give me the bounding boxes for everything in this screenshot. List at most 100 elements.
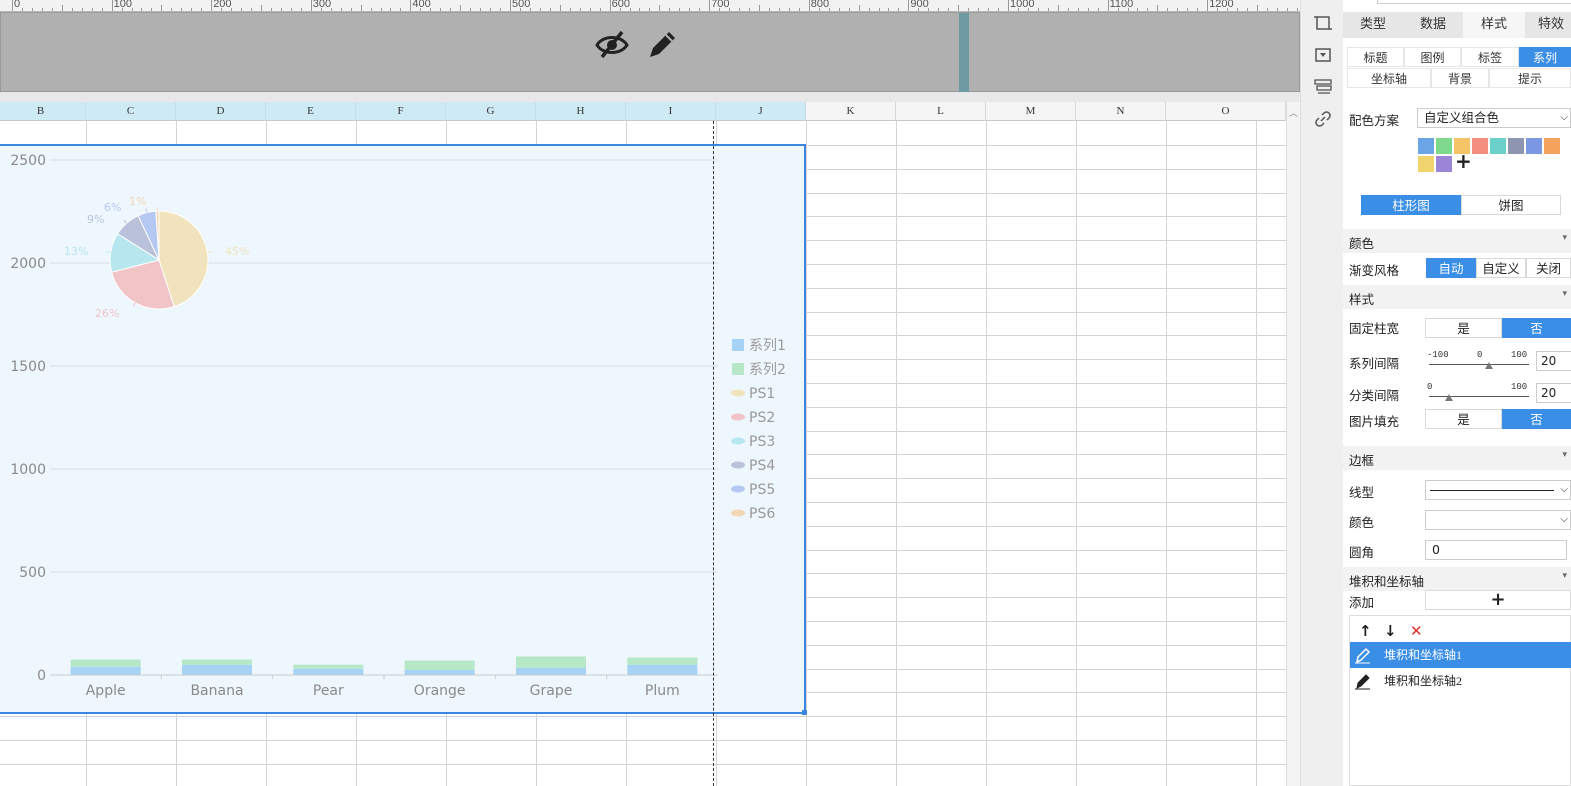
category-gap-input[interactable]: 20	[1536, 383, 1571, 403]
subtab-title[interactable]: 标题	[1347, 47, 1404, 67]
vertical-scrollbar[interactable]: ︿	[1286, 102, 1300, 786]
fixed-width-no[interactable]: 否	[1502, 318, 1571, 338]
section-border[interactable]: 边框 ▾	[1343, 446, 1571, 470]
section-style[interactable]: 样式 ▾	[1343, 285, 1571, 309]
tab-effects[interactable]: 特效	[1525, 12, 1571, 38]
page-break-line	[713, 121, 714, 786]
chart-resize-handle[interactable]	[802, 710, 807, 715]
edit-pencil-icon[interactable]	[1352, 645, 1374, 665]
series-gap-input[interactable]: 20	[1536, 351, 1571, 371]
add-axis-button[interactable]: +	[1425, 590, 1571, 610]
column-header[interactable]: F	[356, 102, 446, 121]
eye-slash-icon[interactable]	[594, 27, 630, 63]
pie-slice-label: 45%	[225, 245, 249, 258]
column-header[interactable]: N	[1076, 102, 1166, 121]
image-fill-no[interactable]: 否	[1502, 409, 1571, 429]
ruler-tick	[768, 8, 770, 11]
column-header[interactable]: K	[806, 102, 896, 121]
color-swatch[interactable]	[1472, 138, 1488, 154]
dropdown-box-icon[interactable]	[1314, 46, 1332, 64]
banner-resize-handle[interactable]	[959, 13, 969, 92]
column-header[interactable]: M	[986, 102, 1076, 121]
column-header[interactable]: E	[266, 102, 356, 121]
color-swatch[interactable]	[1526, 138, 1542, 154]
subtab-axis[interactable]: 坐标轴	[1347, 68, 1431, 88]
series-gap-track[interactable]	[1429, 364, 1529, 365]
chart-canvas: 0 500 1000 1500 2000 2500 Apple Banana Pear Orang…	[10, 153, 786, 699]
layers-icon[interactable]	[1314, 78, 1332, 96]
ruler-tick	[280, 8, 282, 11]
color-swatch[interactable]	[1436, 138, 1452, 154]
column-header[interactable]: B	[0, 102, 86, 121]
add-color-plus-icon[interactable]: +	[1455, 151, 1472, 171]
section-stack-axis[interactable]: 堆积和坐标轴 ▾	[1343, 567, 1571, 591]
color-swatch[interactable]	[1436, 156, 1452, 172]
column-header[interactable]: L	[896, 102, 986, 121]
fixed-width-label: 固定柱宽	[1349, 321, 1400, 336]
ruler-label: 300	[312, 0, 332, 10]
move-down-icon[interactable]: ↓	[1384, 622, 1397, 640]
corner-radius-input[interactable]: 0	[1425, 540, 1567, 560]
list-item[interactable]: 堆积和坐标轴2	[1350, 668, 1571, 694]
section-color[interactable]: 颜色 ▾	[1343, 229, 1571, 253]
category-gap-knob[interactable]	[1445, 394, 1453, 401]
tab-data[interactable]: 数据	[1403, 12, 1463, 38]
column-header[interactable]: J	[716, 102, 806, 121]
subtab-legend[interactable]: 图例	[1404, 47, 1461, 67]
gradient-custom[interactable]: 自定义	[1476, 258, 1526, 278]
color-scheme-select[interactable]: 自定义组合色 ⌵	[1417, 108, 1571, 128]
horizontal-ruler: 0 100 200 300 400 500 600 700 800 900 1000 1100 1200	[0, 0, 1300, 12]
color-swatch[interactable]	[1418, 138, 1434, 154]
move-up-icon[interactable]: ↑	[1359, 622, 1372, 640]
ruler-tick	[679, 8, 681, 11]
float-element-banner[interactable]	[0, 12, 1300, 92]
image-fill-yes[interactable]: 是	[1425, 409, 1502, 429]
subtab-label[interactable]: 标签	[1461, 47, 1519, 67]
color-swatch[interactable]	[1418, 156, 1434, 172]
gradient-off[interactable]: 关闭	[1526, 258, 1571, 278]
subtab-series[interactable]: 系列	[1519, 47, 1571, 67]
section-border-title: 边框	[1349, 453, 1375, 468]
column-header[interactable]: O	[1166, 102, 1286, 121]
color-swatch[interactable]	[1454, 138, 1470, 154]
x-tick-label: Grape	[530, 683, 573, 699]
tab-type[interactable]: 类型	[1343, 12, 1403, 38]
link-icon[interactable]	[1314, 110, 1332, 128]
column-header[interactable]: I	[626, 102, 716, 121]
column-header[interactable]: C	[86, 102, 176, 121]
fixed-width-yes[interactable]: 是	[1425, 318, 1502, 338]
subtab-background[interactable]: 背景	[1431, 68, 1489, 88]
ruler-tick	[400, 8, 402, 11]
column-header[interactable]: D	[176, 102, 266, 121]
color-swatch[interactable]	[1508, 138, 1524, 154]
list-item[interactable]: 堆积和坐标轴1	[1350, 642, 1571, 668]
delete-icon[interactable]: ✕	[1410, 622, 1423, 640]
ruler-tick	[1257, 5, 1258, 11]
gradient-auto[interactable]: 自动	[1426, 258, 1476, 278]
border-color-select[interactable]: ⌵	[1425, 510, 1571, 530]
crop-icon[interactable]	[1314, 14, 1332, 32]
ruler-tick	[858, 5, 860, 11]
color-swatch[interactable]	[1490, 138, 1506, 154]
scroll-up-arrow-icon[interactable]: ︿	[1289, 106, 1298, 119]
category-gap-track[interactable]	[1429, 396, 1529, 397]
column-header[interactable]: G	[446, 102, 536, 121]
column-header[interactable]: H	[536, 102, 626, 121]
bar-chart-toggle[interactable]: 柱形图	[1361, 195, 1461, 215]
series-gap-knob[interactable]	[1485, 362, 1493, 369]
pie-leader-line	[145, 208, 148, 213]
tab-style[interactable]: 样式	[1463, 12, 1525, 38]
pencil-icon[interactable]	[644, 27, 680, 63]
line-type-select[interactable]: ⌵	[1425, 480, 1571, 500]
panel-top-input[interactable]	[1377, 0, 1571, 4]
pie-leader-line	[123, 219, 127, 224]
color-swatch[interactable]	[1544, 138, 1560, 154]
y-tick-label: 2000	[10, 256, 46, 272]
ruler-tick	[510, 0, 511, 11]
edit-pencil-icon[interactable]	[1352, 671, 1374, 691]
chart-object[interactable]: 0 500 1000 1500 2000 2500 Apple Banana Pear Orang…	[0, 144, 806, 714]
x-tick-label: Orange	[414, 683, 466, 699]
pie-chart-toggle[interactable]: 饼图	[1461, 195, 1561, 215]
subtab-tooltip[interactable]: 提示	[1489, 68, 1571, 88]
ruler-tick	[1107, 0, 1109, 11]
